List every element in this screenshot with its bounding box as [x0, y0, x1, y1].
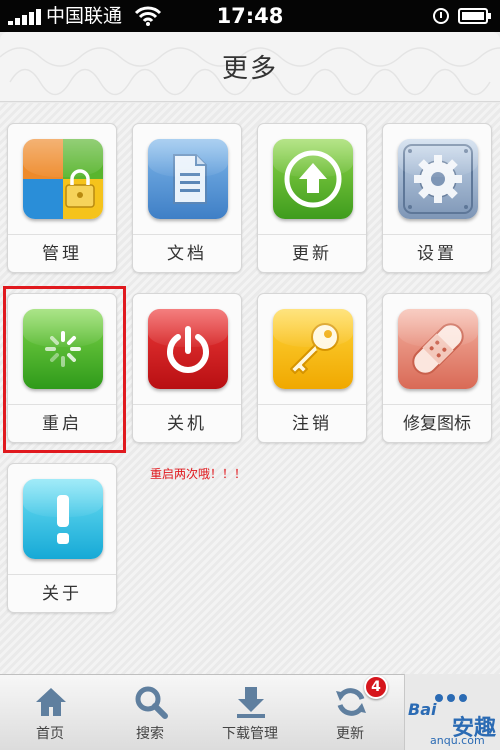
- bandage-icon: [398, 309, 478, 389]
- tab-label: 首页: [36, 726, 64, 742]
- tile-about[interactable]: 关于: [7, 463, 117, 613]
- clock: 17:48: [216, 4, 284, 28]
- upload-arrow-icon: [273, 139, 353, 219]
- key-icon: [273, 309, 353, 389]
- home-icon: [36, 688, 66, 716]
- more-grid: 管理 文档 更新 设置 重启 关机 注销 修复图标 关于 重启两次哦！！！: [0, 103, 500, 674]
- tab-label: 搜索: [136, 726, 164, 742]
- tab-label: 下载管理: [222, 726, 278, 742]
- download-icon: [237, 687, 265, 718]
- exclamation-icon: [23, 479, 103, 559]
- watermark-url: anqu.com: [430, 734, 485, 747]
- page-title: 更多: [221, 54, 278, 84]
- tile-label: 更新: [292, 244, 332, 264]
- tile-label: 管理: [42, 244, 82, 264]
- windows-lock-icon: [23, 139, 103, 219]
- annotation-highlight-box: [3, 286, 126, 453]
- search-icon: [135, 686, 168, 719]
- tile-label: 文档: [167, 244, 207, 264]
- tile-logout[interactable]: 注销: [257, 293, 367, 443]
- annotation-note: 重启两次哦！！！: [150, 467, 247, 481]
- tile-label: 注销: [292, 414, 332, 434]
- tile-label: 设置: [417, 244, 457, 264]
- tile-shutdown[interactable]: 关机: [132, 293, 242, 443]
- document-icon: [148, 139, 228, 219]
- tile-update[interactable]: 更新: [257, 123, 367, 273]
- tile-settings[interactable]: 设置: [382, 123, 492, 273]
- update-count-badge: 4: [364, 675, 388, 699]
- refresh-icon: [336, 688, 366, 716]
- tab-downloads[interactable]: 下载管理: [200, 675, 300, 750]
- tab-label: 更新: [336, 726, 364, 742]
- tile-label: 修复图标: [403, 414, 471, 434]
- gear-icon: [398, 139, 478, 219]
- page-header: 更多: [0, 32, 500, 102]
- tile-label: 关于: [42, 584, 82, 604]
- tile-manage[interactable]: 管理: [7, 123, 117, 273]
- power-icon: [148, 309, 228, 389]
- watermark: Bai 安趣 anqu.com: [408, 700, 498, 748]
- tile-docs[interactable]: 文档: [132, 123, 242, 273]
- battery-icon: [458, 8, 491, 24]
- tab-home[interactable]: 首页: [0, 675, 100, 750]
- rotation-lock-icon: [433, 8, 449, 24]
- tile-label: 关机: [167, 414, 207, 434]
- tab-search[interactable]: 搜索: [100, 675, 200, 750]
- tile-repair[interactable]: 修复图标: [382, 293, 492, 443]
- status-bar: 中国联通 17:48: [0, 0, 500, 32]
- watermark-brand: Bai: [408, 700, 437, 719]
